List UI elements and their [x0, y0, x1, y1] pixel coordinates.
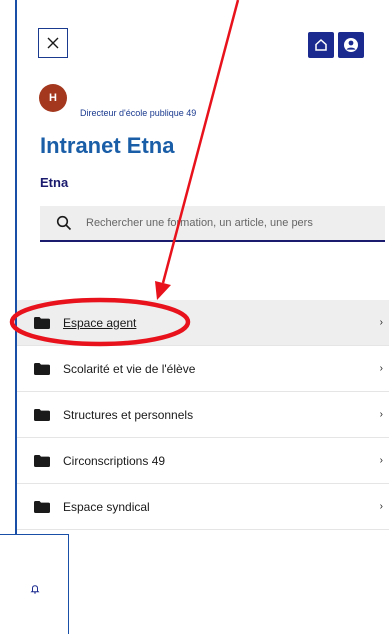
user-button[interactable]	[338, 32, 364, 58]
user-icon	[344, 38, 358, 52]
chevron-right-icon: ›	[379, 317, 383, 328]
user-role: Directeur d'école publique 49	[80, 108, 197, 118]
menu-list: Espace agent › Scolarité et vie de l'élè…	[17, 300, 389, 530]
search-icon	[56, 215, 72, 231]
chevron-right-icon: ›	[379, 409, 383, 420]
search-input[interactable]	[86, 217, 385, 229]
folder-icon	[34, 316, 50, 329]
folder-icon	[34, 408, 50, 421]
menu-item-espace-agent[interactable]: Espace agent ›	[17, 300, 389, 346]
underlying-page-panel	[0, 534, 69, 634]
section-label: Etna	[40, 175, 69, 190]
close-button[interactable]	[38, 28, 68, 58]
close-icon	[47, 37, 59, 49]
menu-item-label: Circonscriptions 49	[63, 453, 166, 468]
bell-icon[interactable]	[30, 584, 40, 594]
home-button[interactable]	[308, 32, 334, 58]
menu-item-espace-syndical[interactable]: Espace syndical ›	[17, 484, 389, 530]
folder-icon	[34, 362, 50, 375]
menu-item-label: Espace agent	[63, 315, 137, 330]
chevron-right-icon: ›	[379, 455, 383, 466]
avatar[interactable]: H	[39, 84, 67, 112]
annotation-arrowhead	[155, 281, 171, 300]
menu-item-label: Espace syndical	[63, 499, 150, 514]
menu-item-circonscriptions[interactable]: Circonscriptions 49 ›	[17, 438, 389, 484]
chevron-right-icon: ›	[379, 501, 383, 512]
menu-item-label: Structures et personnels	[63, 407, 194, 422]
home-icon	[315, 38, 327, 51]
menu-item-label: Scolarité et vie de l'élève	[63, 361, 196, 376]
navigation-drawer: H Directeur d'école publique 49 Intranet…	[0, 0, 389, 634]
app-title[interactable]: Intranet Etna	[40, 133, 174, 159]
chevron-right-icon: ›	[379, 363, 383, 374]
folder-icon	[34, 500, 50, 513]
folder-icon	[34, 454, 50, 467]
search-bar[interactable]	[40, 206, 385, 242]
menu-item-structures[interactable]: Structures et personnels ›	[17, 392, 389, 438]
menu-item-scolarite[interactable]: Scolarité et vie de l'élève ›	[17, 346, 389, 392]
